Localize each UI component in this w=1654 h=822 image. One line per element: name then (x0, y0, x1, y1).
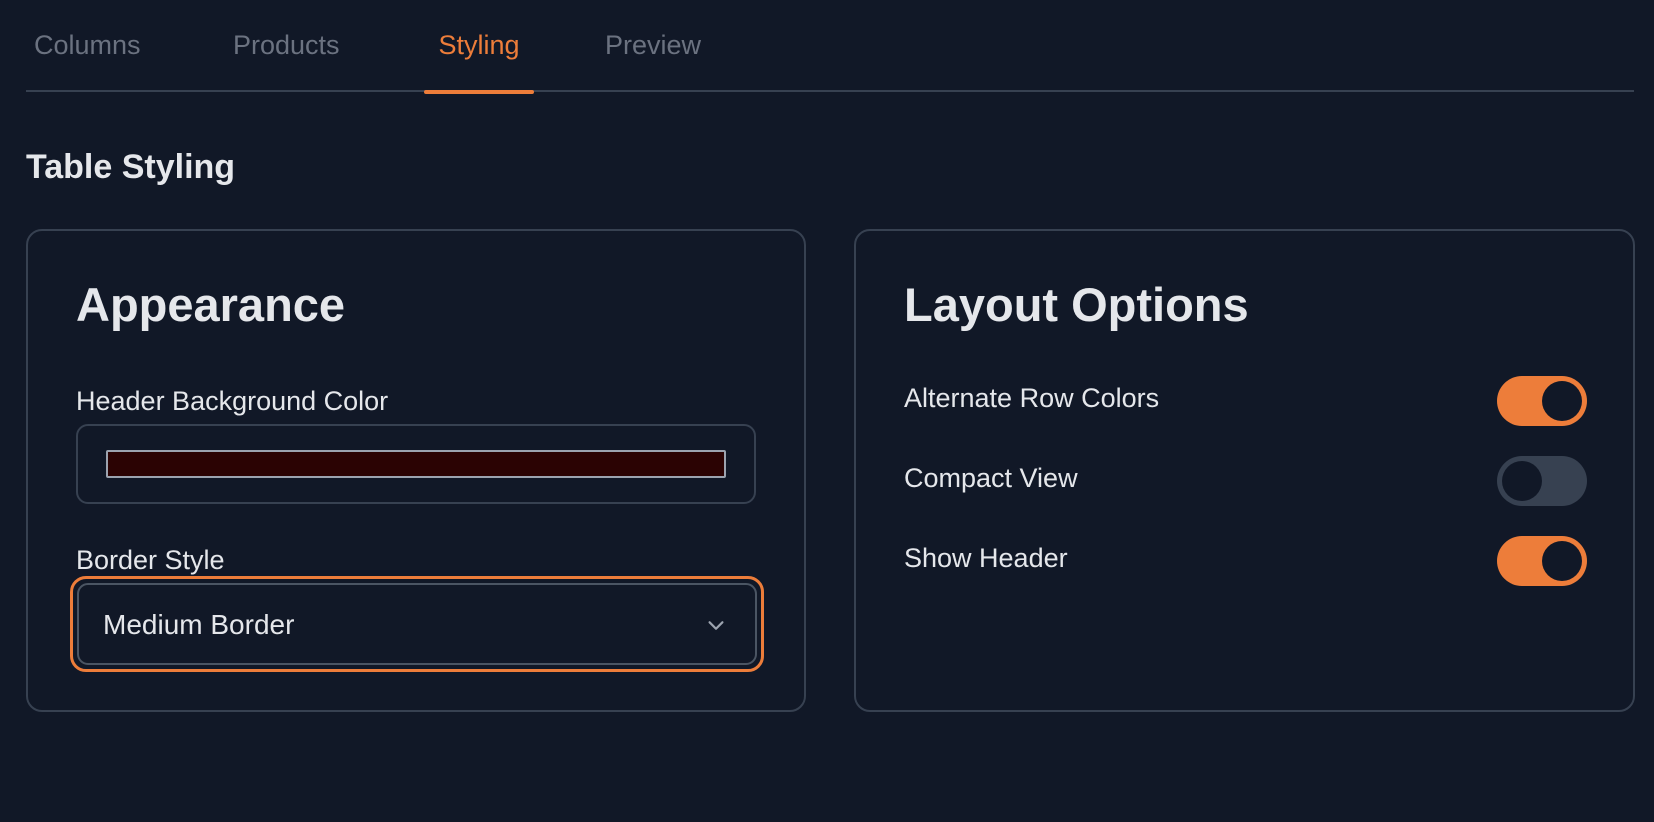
tab-bar: Columns Products Styling Preview (26, 0, 1634, 94)
compact-view-toggle[interactable] (1497, 456, 1587, 506)
tab-products-label: Products (233, 30, 340, 60)
tab-products[interactable]: Products (233, 30, 340, 92)
tab-columns-label: Columns (34, 30, 141, 60)
styling-page: Columns Products Styling Preview Table S… (0, 0, 1654, 822)
tab-styling-label: Styling (438, 30, 520, 60)
toggle-knob (1502, 461, 1542, 501)
border-style-focus-ring: Medium Border (70, 576, 764, 672)
appearance-card: Appearance Header Background Color Borde… (26, 229, 806, 712)
appearance-title: Appearance (76, 278, 346, 331)
border-style-value: Medium Border (103, 609, 295, 640)
layout-options-title: Layout Options (904, 278, 1249, 331)
header-bg-color-input[interactable] (76, 424, 756, 504)
tab-preview[interactable]: Preview (605, 30, 701, 92)
show-header-toggle[interactable] (1497, 536, 1587, 586)
chevron-down-icon (708, 621, 724, 630)
tab-styling[interactable]: Styling (424, 30, 534, 94)
header-bg-color-label: Header Background Color (76, 386, 389, 416)
toggle-knob (1542, 381, 1582, 421)
tab-columns[interactable]: Columns (34, 30, 141, 92)
toggle-knob (1542, 541, 1582, 581)
section-title: Table Styling (26, 148, 236, 186)
alternate-row-colors-label: Alternate Row Colors (904, 383, 1160, 413)
show-header-label: Show Header (904, 543, 1068, 573)
alternate-row-colors-toggle[interactable] (1497, 376, 1587, 426)
compact-view-label: Compact View (904, 463, 1078, 493)
border-style-label: Border Style (76, 545, 225, 575)
border-style-select[interactable]: Medium Border (77, 583, 757, 665)
color-swatch[interactable] (106, 450, 726, 478)
tab-preview-label: Preview (605, 30, 702, 60)
layout-options-card: Layout Options Alternate Row Colors Comp… (854, 229, 1635, 712)
active-tab-indicator (424, 90, 534, 94)
